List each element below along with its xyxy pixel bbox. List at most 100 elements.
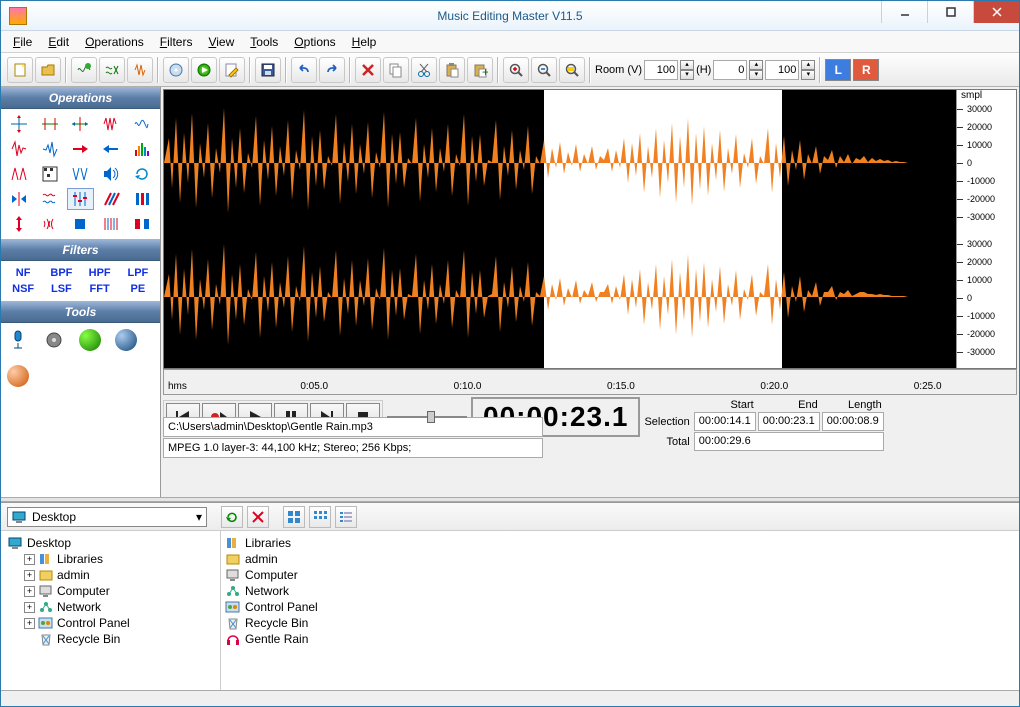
op-shift-icon[interactable]: [67, 113, 95, 135]
menu-file[interactable]: File: [5, 33, 40, 51]
location-combo[interactable]: Desktop: [7, 507, 207, 527]
op-fadein-icon[interactable]: [36, 138, 64, 160]
paste-special-button[interactable]: +: [467, 57, 493, 83]
view-small-button[interactable]: [309, 506, 331, 528]
list-item[interactable]: Control Panel: [225, 599, 1015, 615]
gear-tool-icon[interactable]: [43, 329, 65, 351]
expander-icon[interactable]: +: [24, 554, 35, 565]
filter-nsf[interactable]: NSF: [7, 283, 39, 295]
time-ruler[interactable]: hms 0:05.00:10.00:15.00:20.00:25.0: [163, 369, 1017, 395]
op-rect-icon[interactable]: [67, 213, 95, 235]
op-trim-icon[interactable]: [36, 113, 64, 135]
list-item[interactable]: Computer: [225, 567, 1015, 583]
expander-icon[interactable]: +: [24, 586, 35, 597]
close-button[interactable]: [973, 1, 1019, 23]
tree-node[interactable]: +Libraries: [5, 551, 216, 567]
play-media-icon[interactable]: [191, 57, 217, 83]
redo-button[interactable]: [319, 57, 345, 83]
op-redwave-icon[interactable]: [97, 113, 125, 135]
op-cross-icon[interactable]: [5, 113, 33, 135]
op-eq-icon[interactable]: [67, 188, 95, 210]
op-valley-icon[interactable]: [67, 163, 95, 185]
ball-tool-icon[interactable]: [7, 365, 29, 387]
op-peak-icon[interactable]: [5, 163, 33, 185]
tree-node[interactable]: +Control Panel: [5, 615, 216, 631]
filter-lsf[interactable]: LSF: [45, 283, 77, 295]
room-h-from-spinner[interactable]: ▴▾: [713, 60, 763, 80]
tree-node[interactable]: +admin: [5, 567, 216, 583]
filter-pe[interactable]: PE: [122, 283, 154, 295]
list-item[interactable]: Libraries: [225, 535, 1015, 551]
wave-add-icon[interactable]: [71, 57, 97, 83]
minimize-button[interactable]: [881, 1, 927, 23]
folder-tree[interactable]: Desktop+Libraries+admin+Computer+Network…: [1, 531, 221, 690]
tree-node[interactable]: Recycle Bin: [5, 631, 216, 647]
paste-button[interactable]: [439, 57, 465, 83]
list-item[interactable]: Gentle Rain: [225, 631, 1015, 647]
expander-icon[interactable]: +: [24, 618, 35, 629]
op-multiwave-icon[interactable]: [36, 188, 64, 210]
refresh-button[interactable]: [221, 506, 243, 528]
room-v-spinner[interactable]: ▴▾: [644, 60, 694, 80]
op-updown-icon[interactable]: [5, 213, 33, 235]
menu-filters[interactable]: Filters: [152, 33, 201, 51]
filter-lpf[interactable]: LPF: [122, 267, 154, 279]
menu-view[interactable]: View: [200, 33, 242, 51]
op-left-arrow-icon[interactable]: [97, 138, 125, 160]
tree-node[interactable]: Desktop: [5, 535, 216, 551]
copy-button[interactable]: [383, 57, 409, 83]
save-button[interactable]: [255, 57, 281, 83]
right-channel-button[interactable]: R: [853, 59, 879, 81]
remove-button[interactable]: [247, 506, 269, 528]
tree-node[interactable]: +Network: [5, 599, 216, 615]
open-button[interactable]: [35, 57, 61, 83]
wave-effect-icon[interactable]: [127, 57, 153, 83]
op-right-arrow-icon[interactable]: [67, 138, 95, 160]
filter-nf[interactable]: NF: [7, 267, 39, 279]
room-h-to-spinner[interactable]: ▴▾: [765, 60, 815, 80]
view-large-button[interactable]: [283, 506, 305, 528]
waveform-display[interactable]: [164, 90, 956, 368]
new-button[interactable]: [7, 57, 33, 83]
op-loop-icon[interactable]: [128, 163, 156, 185]
list-item[interactable]: Network: [225, 583, 1015, 599]
undo-button[interactable]: [291, 57, 317, 83]
op-fadeout-icon[interactable]: [5, 138, 33, 160]
menu-operations[interactable]: Operations: [77, 33, 152, 51]
op-stripes-icon[interactable]: [97, 188, 125, 210]
expander-icon[interactable]: +: [24, 602, 35, 613]
op-waves2-icon[interactable]: [36, 213, 64, 235]
delete-button[interactable]: [355, 57, 381, 83]
op-lines-icon[interactable]: [97, 213, 125, 235]
op-pattern-icon[interactable]: [36, 163, 64, 185]
tree-node[interactable]: +Computer: [5, 583, 216, 599]
op-spectrum-icon[interactable]: [128, 138, 156, 160]
menu-tools[interactable]: Tools: [242, 33, 286, 51]
menu-help[interactable]: Help: [344, 33, 385, 51]
globe-tool-icon[interactable]: [115, 329, 137, 351]
op-stereo-icon[interactable]: [128, 213, 156, 235]
zoom-out-button[interactable]: [531, 57, 557, 83]
menu-options[interactable]: Options: [286, 33, 343, 51]
filter-fft[interactable]: FFT: [84, 283, 116, 295]
edit-note-icon[interactable]: [219, 57, 245, 83]
list-item[interactable]: admin: [225, 551, 1015, 567]
cd-button[interactable]: [163, 57, 189, 83]
maximize-button[interactable]: [927, 1, 973, 23]
mic-tool-icon[interactable]: [7, 329, 29, 351]
filter-hpf[interactable]: HPF: [84, 267, 116, 279]
wave-mix-icon[interactable]: [99, 57, 125, 83]
cut-button[interactable]: [411, 57, 437, 83]
op-split-icon[interactable]: [5, 188, 33, 210]
view-list-button[interactable]: [335, 506, 357, 528]
filter-bpf[interactable]: BPF: [45, 267, 77, 279]
list-item[interactable]: Recycle Bin: [225, 615, 1015, 631]
zoom-sel-button[interactable]: [559, 57, 585, 83]
tag-tool-icon[interactable]: [79, 329, 101, 351]
op-bars-icon[interactable]: [128, 188, 156, 210]
left-channel-button[interactable]: L: [825, 59, 851, 81]
expander-icon[interactable]: +: [24, 570, 35, 581]
file-list[interactable]: LibrariesadminComputerNetworkControl Pan…: [221, 531, 1019, 690]
menu-edit[interactable]: Edit: [40, 33, 77, 51]
op-speaker-icon[interactable]: [97, 163, 125, 185]
